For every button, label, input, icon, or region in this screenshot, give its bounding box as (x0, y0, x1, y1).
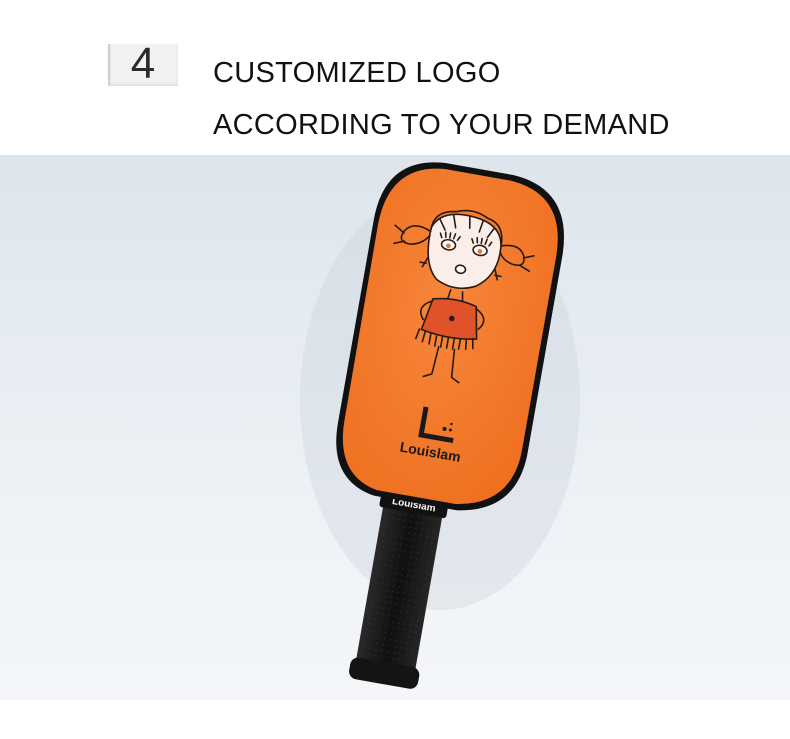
pickleball-paddle: Louislam Louislam (300, 162, 580, 689)
header-section: 4 CUSTOMIZED LOGO ACCORDING TO YOUR DEMA… (0, 0, 790, 155)
headline-line-1: CUSTOMIZED LOGO (213, 57, 501, 89)
step-number: 4 (130, 39, 156, 88)
headline-line-2: ACCORDING TO YOUR DEMAND (213, 109, 670, 141)
product-photo: Louislam Louislam (0, 155, 790, 700)
bottom-margin (0, 700, 790, 739)
